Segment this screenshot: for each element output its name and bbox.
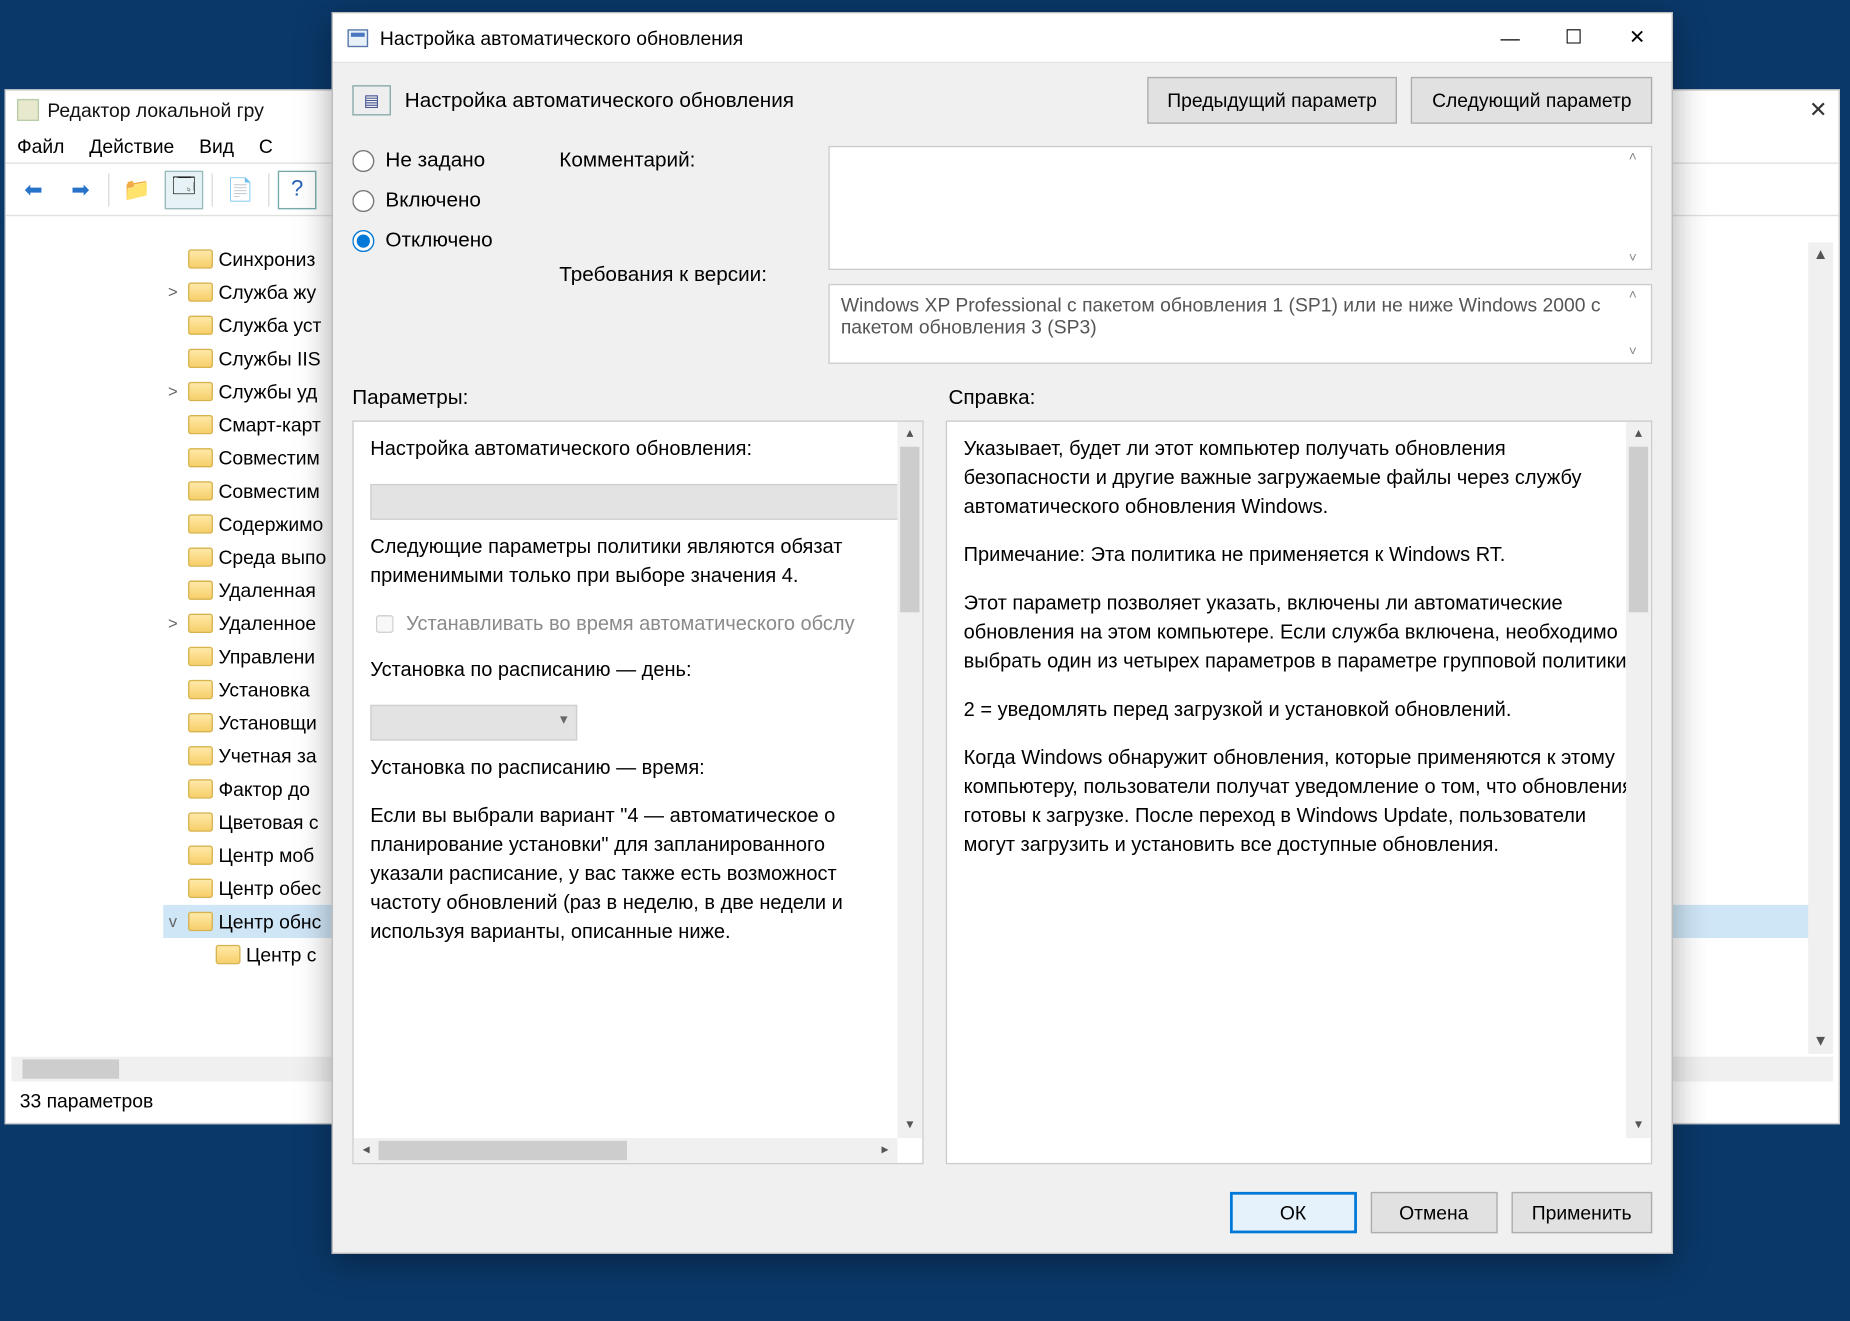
tree-item-label: Службы уд [218,380,317,402]
folder-icon [188,514,213,533]
expand-icon[interactable]: > [163,614,182,633]
tree-item-label: Учетная за [218,745,316,767]
chevron-up-icon: ˄ [1629,150,1648,165]
options-vscrollbar[interactable]: ▴▾ [897,422,922,1138]
folder-icon [188,415,213,434]
tree-item-label: Смарт-карт [218,414,320,436]
dialog-button-row: ОК Отмена Применить [333,1178,1672,1253]
tree-item-label: Совместим [218,447,319,469]
help-panel: Указывает, будет ли этот компьютер получ… [946,420,1653,1164]
tree-item-label: Управлени [218,645,315,667]
folder-icon [188,448,213,467]
forward-icon[interactable]: ➡ [61,170,100,209]
policy-icon [347,26,369,48]
folder-icon [188,713,213,732]
document-icon [17,99,39,121]
tree-item-label: Центр моб [218,844,314,866]
expand-icon[interactable]: > [163,282,182,301]
folder-icon [188,249,213,268]
tree-item-label: Содержимо [218,513,323,535]
supported-on-label: Требования к версии: [559,263,801,286]
expand-icon[interactable]: > [163,382,182,401]
folder-icon [188,349,213,368]
chevron-up-icon: ˄ [1629,288,1648,303]
folder-icon [188,746,213,765]
folder-icon [188,282,213,301]
options-panel: Настройка автоматического обновления: Сл… [352,420,923,1164]
export-icon[interactable]: 📄 [221,170,260,209]
previous-setting-button[interactable]: Предыдущий параметр [1147,77,1398,124]
apply-button[interactable]: Применить [1511,1192,1652,1233]
supported-on-textbox: Windows XP Professional с пакетом обновл… [828,284,1652,364]
dialog-title: Настройка автоматического обновления [380,26,1478,48]
folder-icon [188,879,213,898]
folder-icon [188,779,213,798]
maximize-icon[interactable]: ☐ [1542,17,1605,58]
gpedit-close-icon[interactable]: ✕ [1809,96,1828,124]
tree-item-label: Удаленное [218,612,316,634]
folder-icon [188,581,213,600]
chevron-down-icon: ˅ [1629,345,1648,360]
help-label: Справка: [948,386,1035,409]
folder-icon [188,382,213,401]
folder-icon [188,846,213,865]
tree-item-label: Центр с [246,944,316,966]
ok-button[interactable]: ОК [1230,1192,1357,1233]
settings-sheet-icon: ▤ [352,85,391,115]
folder-icon [188,481,213,500]
menu-view[interactable]: Вид [199,135,234,157]
install-during-maintenance-checkbox[interactable]: Устанавливать во время автоматического о… [370,611,905,637]
folder-icon [188,680,213,699]
menu-extra[interactable]: С [259,135,273,157]
tree-item-label: Совместим [218,480,319,502]
folder-icon [188,316,213,335]
gpedit-vscrollbar[interactable]: ▲▼ [1808,242,1833,1053]
help-icon[interactable]: ? [278,170,317,209]
options-hscrollbar[interactable]: ◂▸ [354,1138,898,1163]
gpedit-title: Редактор локальной гру [47,99,264,121]
up-folder-icon[interactable]: 📁 [118,170,157,209]
radio-not-configured[interactable]: Не задано [352,149,531,172]
scheduled-day-dropdown[interactable]: ▾ [370,705,577,741]
folder-icon [216,945,241,964]
tree-item-label: Фактор до [218,778,310,800]
comment-label: Комментарий: [559,149,801,172]
dialog-titlebar[interactable]: Настройка автоматического обновления — ☐… [333,13,1672,63]
tree-item-label: Синхрониз [218,248,315,270]
tree-item-label: Установка [218,679,309,701]
update-mode-dropdown[interactable] [370,484,905,520]
policy-dialog: Настройка автоматического обновления — ☐… [332,12,1673,1254]
comment-textbox[interactable]: ˄˅ [828,146,1652,270]
menu-action[interactable]: Действие [89,135,174,157]
tree-item-label: Удаленная [218,579,315,601]
cancel-button[interactable]: Отмена [1370,1192,1497,1233]
tree-item-label: Центр обес [218,877,321,899]
radio-enabled[interactable]: Включено [352,189,531,212]
tree-item-label: Служба жу [218,281,316,303]
tree-view-icon[interactable]: 🗔 [165,170,204,209]
dialog-subtitle: Настройка автоматического обновления [405,89,1133,112]
folder-icon [188,912,213,931]
menu-file[interactable]: Файл [17,135,65,157]
folder-icon [188,647,213,666]
close-icon[interactable]: ✕ [1605,17,1668,58]
back-icon[interactable]: ⬅ [14,170,53,209]
radio-disabled[interactable]: Отключено [352,229,531,252]
chevron-down-icon: ˅ [1629,251,1648,266]
options-label: Параметры: [352,386,915,409]
state-radio-group: Не задано Включено Отключено [352,146,531,252]
tree-item-label: Служба уст [218,314,321,336]
folder-icon [188,547,213,566]
folder-icon [188,812,213,831]
next-setting-button[interactable]: Следующий параметр [1411,77,1652,124]
tree-item-label: Установщи [218,712,316,734]
minimize-icon[interactable]: — [1478,17,1541,58]
help-vscrollbar[interactable]: ▴▾ [1626,422,1651,1138]
tree-item-label: Среда выпо [218,546,326,568]
tree-item-label: Центр обнс [218,910,321,932]
expand-icon[interactable]: v [163,912,182,931]
tree-item-label: Службы IIS [218,347,320,369]
folder-icon [188,614,213,633]
tree-item-label: Цветовая с [218,811,318,833]
